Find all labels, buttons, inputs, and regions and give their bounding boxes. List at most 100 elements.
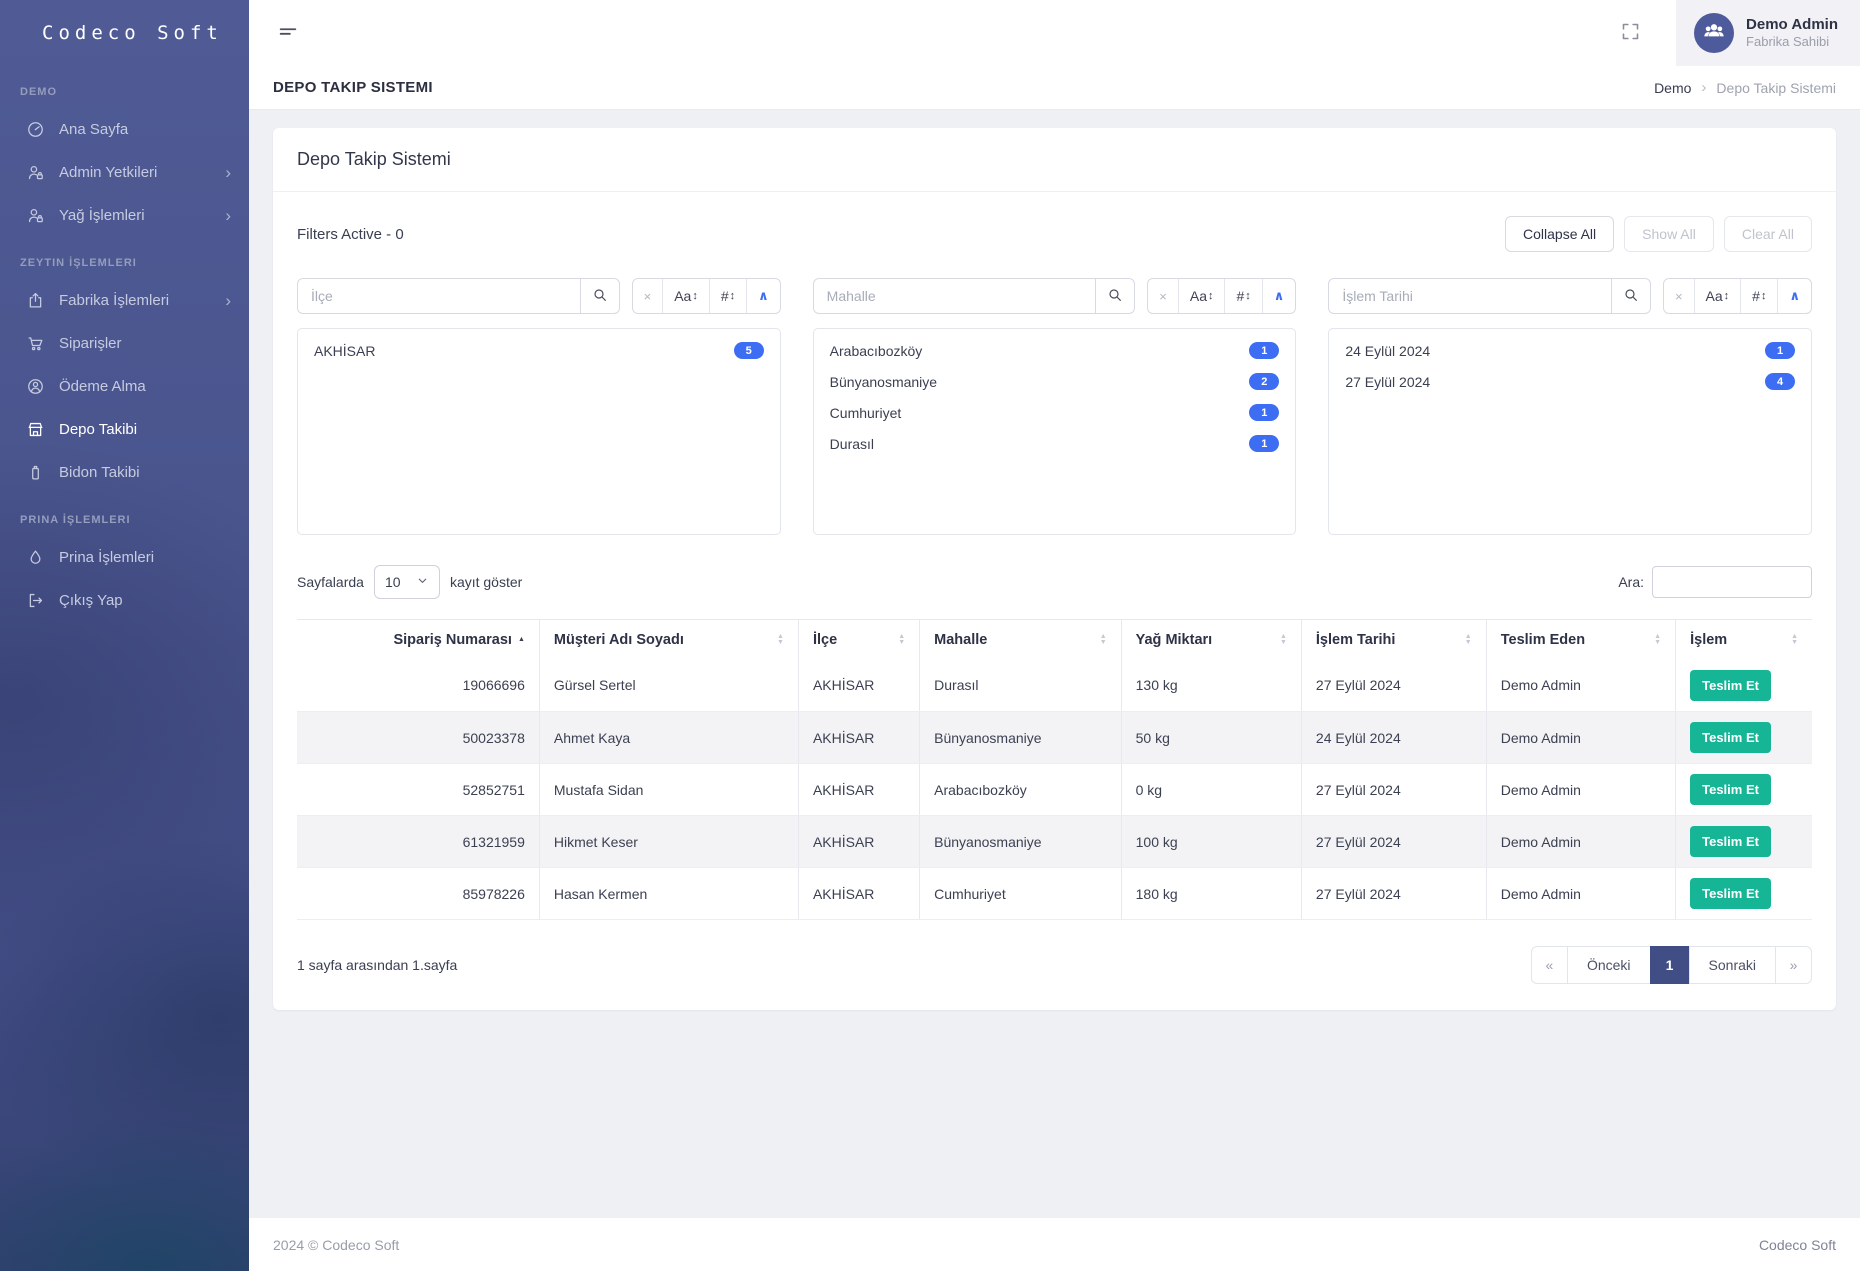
filter-alpha-sort-button[interactable]: Aa↕	[662, 279, 709, 313]
cell-delivered-by: Demo Admin	[1486, 712, 1675, 764]
cell-oil-amount: 100 kg	[1121, 816, 1301, 868]
cell-district: AKHİSAR	[798, 868, 919, 920]
user-name: Demo Admin	[1746, 16, 1838, 35]
sidebar-item[interactable]: Admin Yetkileri ›	[0, 151, 249, 194]
cell-delivered-by: Demo Admin	[1486, 660, 1675, 712]
filter-alpha-sort-button[interactable]: Aa↕	[1178, 279, 1225, 313]
count-badge: 1	[1249, 435, 1279, 452]
fullscreen-button[interactable]	[1620, 18, 1650, 48]
card-body: Filters Active - 0 Collapse All Show All…	[273, 192, 1836, 1010]
filter-clear-button[interactable]: ×	[633, 279, 663, 313]
sort-arrows-icon: ▲▼	[518, 637, 525, 643]
table-search-input[interactable]	[1652, 566, 1812, 598]
app-root: Codeco Soft DEMO Ana Sayfa Admin Yetkile…	[0, 0, 1860, 1271]
nav-section-label: ZEYTIN İŞLEMLERI	[0, 237, 249, 279]
sidebar-item[interactable]: Ödeme Alma	[0, 365, 249, 408]
sidebar-item[interactable]: Çıkış Yap	[0, 579, 249, 622]
page-number-button[interactable]: 1	[1650, 946, 1690, 984]
card-title: Depo Takip Sistemi	[273, 128, 1836, 192]
search-icon	[1623, 287, 1639, 306]
filter-collapse-button[interactable]: ∧	[1777, 279, 1811, 313]
filter-clear-button[interactable]: ×	[1664, 279, 1694, 313]
filter-numeric-sort-button[interactable]: #↕	[709, 279, 746, 313]
filter-search-button[interactable]	[580, 278, 620, 314]
filter-search-input[interactable]	[1328, 278, 1611, 314]
filter-alpha-sort-button[interactable]: Aa↕	[1694, 279, 1741, 313]
sidebar-item-label: Çıkış Yap	[59, 592, 217, 609]
filter-numeric-sort-button[interactable]: #↕	[1740, 279, 1777, 313]
filter-collapse-button[interactable]: ∧	[746, 279, 780, 313]
column-header[interactable]: Sipariş Numarası ▲▼	[297, 620, 539, 660]
filter-options-list: Arabacıbozköy 1 Bünyanosmaniye 2	[813, 328, 1297, 535]
sidebar-item[interactable]: Prina İşlemleri	[0, 536, 249, 579]
page-next-button[interactable]: Sonraki	[1689, 946, 1776, 984]
cell-oil-amount: 130 kg	[1121, 660, 1301, 712]
column-header[interactable]: Yağ Miktarı ▲▼	[1121, 620, 1301, 660]
filter-search-input[interactable]	[813, 278, 1096, 314]
column-header[interactable]: İşlem ▲▼	[1676, 620, 1812, 660]
table-footer: 1 sayfa arasından 1.sayfa « Önceki 1 Son…	[297, 946, 1812, 984]
deliver-button[interactable]: Teslim Et	[1690, 670, 1771, 701]
filter-groups: × Aa↕ #↕ ∧	[297, 278, 1812, 535]
breadcrumb-link[interactable]: Demo	[1654, 80, 1691, 96]
filter-numeric-sort-button[interactable]: #↕	[1224, 279, 1261, 313]
column-header[interactable]: İşlem Tarihi ▲▼	[1301, 620, 1486, 660]
column-header[interactable]: Mahalle ▲▼	[920, 620, 1121, 660]
cell-action: Teslim Et	[1676, 712, 1812, 764]
per-page-select[interactable]: 10	[374, 565, 440, 599]
column-header[interactable]: İlçe ▲▼	[798, 620, 919, 660]
sidebar-item[interactable]: Yağ İşlemleri ›	[0, 194, 249, 237]
dashboard-icon	[26, 120, 45, 139]
filter-clear-button[interactable]: ×	[1148, 279, 1178, 313]
avatar	[1694, 13, 1734, 53]
filter-search-button[interactable]	[1611, 278, 1651, 314]
filter-search-button[interactable]	[1095, 278, 1135, 314]
sidebar-item[interactable]: Siparişler	[0, 322, 249, 365]
page-last-button[interactable]: »	[1775, 946, 1812, 984]
show-all-button[interactable]: Show All	[1624, 216, 1714, 252]
sidebar-item[interactable]: Fabrika İşlemleri ›	[0, 279, 249, 322]
deliver-button[interactable]: Teslim Et	[1690, 826, 1771, 857]
cell-oil-amount: 0 kg	[1121, 764, 1301, 816]
table-row: 85978226 Hasan Kermen AKHİSAR Cumhuriyet…	[297, 868, 1812, 920]
sidebar-item[interactable]: Depo Takibi	[0, 408, 249, 451]
filter-option[interactable]: 27 Eylül 2024 4	[1329, 366, 1811, 397]
filter-option[interactable]: Bünyanosmaniye 2	[814, 366, 1296, 397]
deliver-button[interactable]: Teslim Et	[1690, 722, 1771, 753]
updown-arrow-icon: ↕	[1208, 290, 1214, 302]
deliver-button[interactable]: Teslim Et	[1690, 878, 1771, 909]
sidebar-item[interactable]: Ana Sayfa	[0, 108, 249, 151]
filter-tools: × Aa↕ #↕ ∧	[1147, 278, 1296, 314]
table-controls: Sayfalarda 10 kayıt göster Ara:	[297, 565, 1812, 599]
sidebar-item[interactable]: Bidon Takibi	[0, 451, 249, 494]
filter-option[interactable]: Cumhuriyet 1	[814, 397, 1296, 428]
cell-customer: Mustafa Sidan	[539, 764, 798, 816]
count-badge: 5	[734, 342, 764, 359]
filter-group-mahalle: × Aa↕ #↕ ∧	[813, 278, 1297, 535]
updown-arrow-icon: ↕	[1245, 290, 1251, 302]
user-menu[interactable]: Demo Admin Fabrika Sahibi	[1676, 0, 1860, 66]
deliver-button[interactable]: Teslim Et	[1690, 774, 1771, 805]
cell-date: 27 Eylül 2024	[1301, 816, 1486, 868]
collapse-all-button[interactable]: Collapse All	[1505, 216, 1614, 252]
clear-all-button[interactable]: Clear All	[1724, 216, 1812, 252]
page-prev-button[interactable]: Önceki	[1567, 946, 1651, 984]
user-lock-icon	[26, 206, 45, 225]
filter-collapse-button[interactable]: ∧	[1262, 279, 1296, 313]
cell-neighborhood: Bünyanosmaniye	[920, 816, 1121, 868]
sidebar-toggle-button[interactable]	[277, 20, 303, 46]
page-first-button[interactable]: «	[1531, 946, 1568, 984]
filter-option[interactable]: AKHİSAR 5	[298, 335, 780, 366]
filter-tools: × Aa↕ #↕ ∧	[632, 278, 781, 314]
filter-search-input[interactable]	[297, 278, 580, 314]
column-header[interactable]: Teslim Eden ▲▼	[1486, 620, 1675, 660]
updown-arrow-icon: ↕	[692, 290, 698, 302]
column-header[interactable]: Müşteri Adı Soyadı ▲▼	[539, 620, 798, 660]
droplet-icon	[26, 548, 45, 567]
nav-section-prina: Prina İşlemleri Çıkış Yap	[0, 536, 249, 622]
filter-option[interactable]: Arabacıbozköy 1	[814, 335, 1296, 366]
cell-order-number: 85978226	[297, 868, 539, 920]
filter-option[interactable]: Durasıl 1	[814, 428, 1296, 459]
cell-oil-amount: 50 kg	[1121, 712, 1301, 764]
filter-option[interactable]: 24 Eylül 2024 1	[1329, 335, 1811, 366]
